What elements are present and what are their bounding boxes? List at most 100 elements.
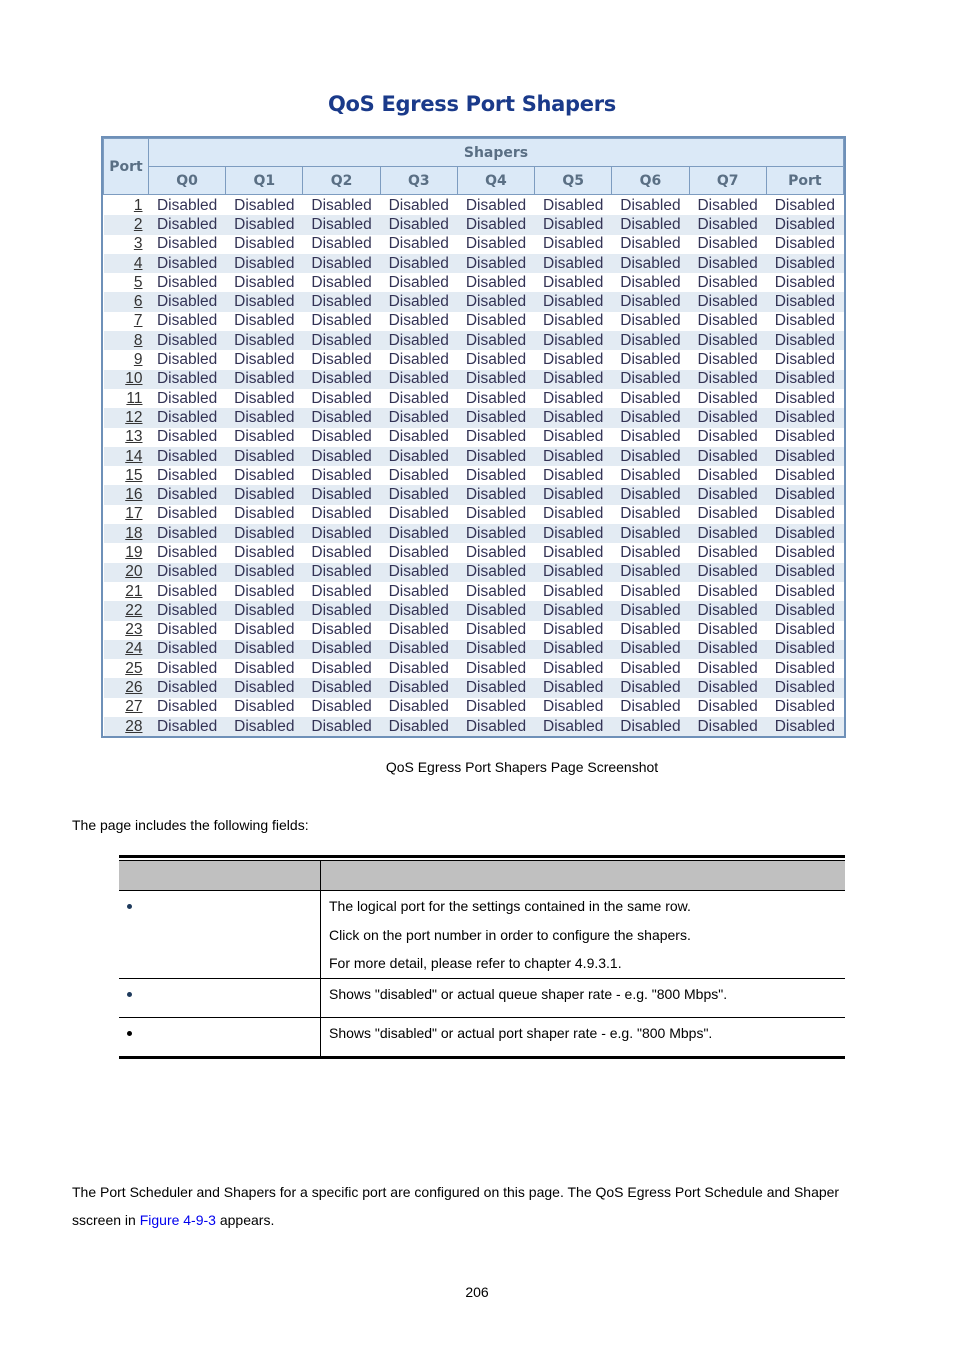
port-link[interactable]: 3 [134, 235, 143, 252]
port-cell: 21 [103, 581, 149, 602]
table-row: 26 Disabled Disabled Disabled Disabled Disabl… [103, 678, 844, 698]
shapers-table: Port Shapers Q0 Q1 Q2 Q3 Q4 Q5 Q6 Q7 Port 1 Disab… [103, 138, 845, 737]
port-link[interactable]: 5 [134, 274, 143, 291]
shaper-value-cell: Disabled [611, 543, 690, 563]
shaper-value-cell: Disabled [380, 253, 458, 274]
shaper-value-cell: Disabled [611, 581, 690, 602]
shaper-value-cell: Disabled [380, 369, 458, 389]
port-link[interactable]: 7 [134, 312, 143, 329]
port-link[interactable]: 6 [134, 293, 143, 310]
port-link[interactable]: 19 [125, 544, 142, 561]
shaper-value-cell: Disabled [225, 620, 303, 640]
port-link[interactable]: 16 [125, 486, 142, 503]
figure-link[interactable]: Figure 4-9-3 [140, 1212, 216, 1228]
port-link[interactable]: 23 [125, 621, 142, 638]
table-row: 1 Disabled Disabled Disabled Disabled Disable… [103, 194, 844, 216]
port-link[interactable]: 21 [125, 583, 142, 600]
shaper-value-cell: Disabled [380, 581, 458, 602]
port-link[interactable]: 20 [125, 563, 142, 580]
shaper-value-cell: Disabled [148, 639, 226, 660]
shaper-value-cell: Disabled [611, 485, 690, 505]
shaper-value-cell: Disabled [225, 369, 303, 389]
port-link[interactable]: 2 [134, 216, 143, 233]
port-link[interactable]: 4 [134, 255, 143, 272]
shaper-value-cell: Disabled [225, 253, 303, 274]
shaper-value-cell: Disabled [457, 717, 535, 737]
port-cell: 3 [103, 234, 149, 254]
port-link[interactable]: 10 [125, 370, 142, 387]
shaper-value-cell: Disabled [689, 659, 767, 679]
shaper-value-cell: Disabled [225, 524, 303, 544]
port-cell: 26 [103, 678, 149, 698]
bullet-icon [127, 1030, 132, 1036]
table-row: 9 Disabled Disabled Disabled Disabled Disable… [103, 350, 844, 370]
shaper-value-cell: Disabled [611, 659, 690, 679]
scheduler-paragraph: The Port Scheduler and Shapers for a spe… [72, 1178, 882, 1234]
port-cell: 1 [103, 194, 149, 216]
shaper-value-cell: Disabled [611, 369, 690, 389]
shaper-value-cell: Disabled [302, 562, 381, 582]
column-header-port: Port [765, 166, 845, 195]
table-row: 28 Disabled Disabled Disabled Disabled Disabl… [103, 717, 844, 737]
shaper-value-cell: Disabled [380, 466, 458, 486]
port-link[interactable]: 8 [134, 332, 143, 349]
shaper-value-cell: Disabled [766, 697, 844, 718]
port-cell: 27 [103, 697, 149, 718]
port-link[interactable]: 12 [125, 409, 142, 426]
shaper-value-cell: Disabled [534, 408, 612, 428]
table-row: 22 Disabled Disabled Disabled Disabled Disabl… [103, 601, 844, 621]
shaper-value-cell: Disabled [225, 504, 303, 525]
port-link[interactable]: 1 [134, 197, 143, 214]
shaper-value-cell: Disabled [302, 194, 381, 216]
shaper-value-cell: Disabled [302, 408, 381, 428]
shaper-value-cell: Disabled [534, 524, 612, 544]
port-link[interactable]: 22 [125, 602, 142, 619]
port-link[interactable]: 26 [125, 679, 142, 696]
port-link[interactable]: 25 [125, 660, 142, 677]
shaper-value-cell: Disabled [457, 446, 535, 467]
port-link[interactable]: 9 [134, 351, 143, 368]
fields-table-container: The logical port for the settings contai… [119, 855, 845, 1059]
shaper-value-cell: Disabled [225, 194, 303, 216]
shaper-value-cell: Disabled [148, 234, 226, 254]
port-cell: 18 [103, 524, 149, 544]
shaper-value-cell: Disabled [766, 659, 844, 679]
port-link[interactable]: 11 [126, 390, 142, 407]
port-link[interactable]: 13 [125, 428, 142, 445]
port-link[interactable]: 27 [125, 698, 142, 715]
shaper-value-cell: Disabled [225, 234, 303, 254]
port-link[interactable]: 17 [125, 505, 142, 522]
shaper-value-cell: Disabled [611, 717, 690, 737]
shaper-value-cell: Disabled [766, 408, 844, 428]
field-row: The logical port for the settings contai… [119, 890, 845, 978]
field-description-line: For more detail, please refer to chapter… [329, 955, 622, 971]
port-link[interactable]: 15 [125, 467, 142, 484]
shaper-value-cell: Disabled [225, 678, 303, 698]
shaper-value-cell: Disabled [148, 601, 226, 621]
shaper-value-cell: Disabled [225, 427, 303, 447]
shaper-value-cell: Disabled [302, 543, 381, 563]
shaper-value-cell: Disabled [689, 427, 767, 447]
shaper-value-cell: Disabled [302, 697, 381, 718]
shaper-value-cell: Disabled [302, 292, 381, 312]
shaper-value-cell: Disabled [225, 717, 303, 737]
table-row: 21 Disabled Disabled Disabled Disabled Disabl… [103, 581, 844, 602]
shaper-value-cell: Disabled [766, 678, 844, 698]
shaper-value-cell: Disabled [380, 697, 458, 718]
shapers-group-header: Shapers [148, 138, 844, 167]
port-link[interactable]: 14 [125, 448, 142, 465]
shaper-value-cell: Disabled [225, 601, 303, 621]
port-link[interactable]: 18 [125, 525, 142, 542]
port-link[interactable]: 24 [125, 640, 142, 657]
shapers-table-body: 1 Disabled Disabled Disabled Disabled Disable… [103, 194, 844, 737]
port-cell: 15 [103, 466, 149, 486]
shaper-value-cell: Disabled [766, 331, 844, 351]
shaper-value-cell: Disabled [534, 215, 612, 235]
field-description-line: Shows "disabled" or actual queue shaper … [329, 985, 728, 1002]
shaper-value-cell: Disabled [380, 194, 458, 216]
shaper-value-cell: Disabled [457, 350, 535, 370]
port-cell: 12 [103, 408, 149, 428]
port-cell: 14 [103, 446, 149, 467]
shaper-value-cell: Disabled [534, 292, 612, 312]
port-link[interactable]: 28 [125, 718, 142, 735]
